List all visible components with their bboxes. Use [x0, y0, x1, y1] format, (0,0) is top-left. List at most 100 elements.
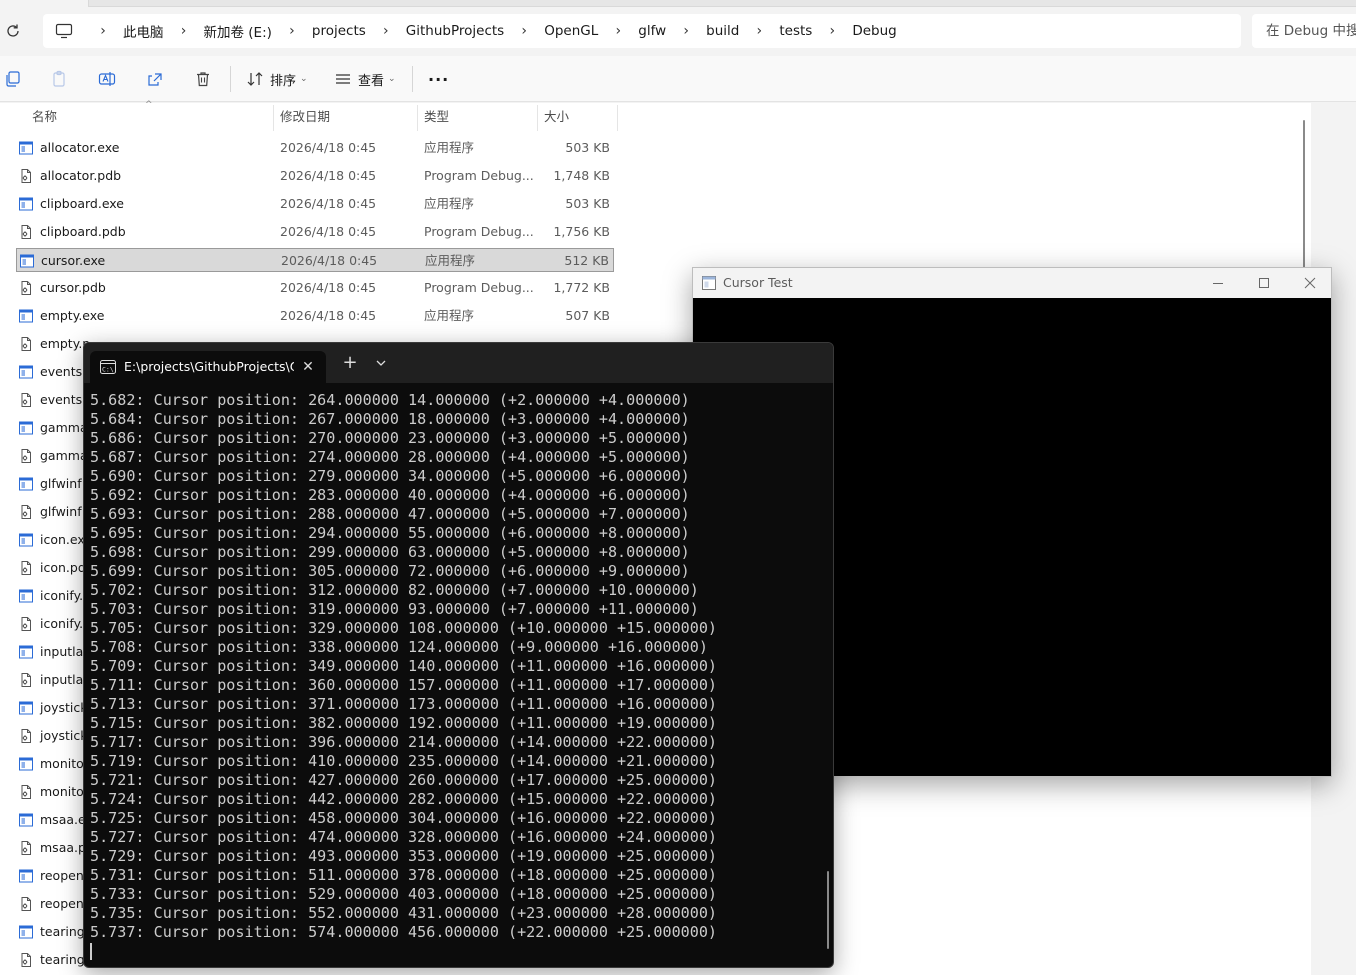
file-row[interactable]: allocator.pdb 2026/4/18 0:45 Program Debug… [16, 164, 614, 188]
column-header-type[interactable]: 类型 [418, 103, 536, 131]
file-name: joystick [40, 700, 88, 715]
address-bar[interactable]: › 此电脑 › 新加卷 (E:) › projects › GithubProjects › Op… [43, 14, 1241, 48]
more-options-button[interactable]: ··· [428, 68, 449, 90]
file-date: 2026/4/18 0:45 [280, 224, 377, 239]
terminal-line: 5.729: Cursor position: 493.000000 353.0… [90, 847, 718, 865]
terminal-line: 5.715: Cursor position: 382.000000 192.0… [90, 714, 718, 732]
file-row[interactable]: clipboard.exe 2026/4/18 0:45 应用程序 503 KB [16, 192, 614, 216]
terminal-tab-title: E:\projects\GithubProjects\Op [124, 359, 294, 374]
chevron-right-icon[interactable]: › [378, 23, 394, 39]
toolbar-divider [230, 66, 231, 92]
breadcrumb-item[interactable]: tests [779, 23, 812, 39]
file-type: Program Debug... [424, 224, 534, 239]
chevron-right-icon[interactable]: › [751, 23, 767, 39]
column-divider[interactable] [617, 105, 618, 131]
chevron-down-icon: ⌄ [300, 74, 308, 84]
maximize-button[interactable] [1241, 268, 1287, 298]
terminal-line: 5.713: Cursor position: 371.000000 173.0… [90, 695, 718, 713]
document-icon [19, 169, 33, 183]
file-name: events. [40, 364, 87, 379]
cursor-test-titlebar[interactable]: Cursor Test [693, 268, 1331, 298]
chevron-right-icon[interactable]: › [176, 23, 192, 39]
share-icon[interactable] [146, 70, 164, 88]
toolbar-divider [412, 66, 413, 92]
file-row[interactable]: clipboard.pdb 2026/4/18 0:45 Program Debug… [16, 220, 614, 244]
file-name: iconify. [40, 588, 84, 603]
terminal-line: 5.727: Cursor position: 474.000000 328.0… [90, 828, 718, 846]
chevron-right-icon[interactable]: › [824, 23, 840, 39]
column-header-date[interactable]: 修改日期 [274, 103, 416, 131]
file-row[interactable]: allocator.exe 2026/4/18 0:45 应用程序 503 KB [16, 136, 614, 160]
file-name: allocator.pdb [40, 168, 122, 183]
terminal-scrollbar[interactable] [827, 871, 829, 949]
rename-icon[interactable] [98, 70, 116, 88]
file-size: 1,772 KB [553, 280, 610, 295]
file-name: icon.ex [40, 532, 85, 547]
column-headers: 名称 ^ 修改日期 类型 大小 [0, 100, 620, 131]
sort-button[interactable]: 排序 ⌄ [246, 68, 308, 90]
document-icon [19, 281, 33, 295]
application-icon [19, 533, 33, 547]
file-name: inputla [40, 644, 84, 659]
breadcrumb-item[interactable]: projects [312, 23, 366, 39]
breadcrumb: › 此电脑 › 新加卷 (E:) › projects › GithubProjects › Op… [83, 21, 897, 41]
document-icon [19, 785, 33, 799]
breadcrumb-item[interactable]: GithubProjects [406, 23, 504, 39]
breadcrumb-item[interactable]: build [706, 23, 739, 39]
terminal-line: 5.731: Cursor position: 511.000000 378.0… [90, 866, 718, 884]
file-row[interactable]: empty.exe 2026/4/18 0:45 应用程序 507 KB [16, 304, 614, 328]
breadcrumb-item[interactable]: OpenGL [544, 23, 598, 39]
file-name: glfwinf [40, 476, 82, 491]
application-icon [19, 421, 33, 435]
terminal-output[interactable]: 5.682: Cursor position: 264.000000 14.00… [90, 391, 833, 942]
sort-icon [247, 72, 263, 86]
file-name: msaa.e [40, 812, 86, 827]
minimize-button[interactable] [1195, 268, 1241, 298]
close-tab-icon[interactable]: ✕ [300, 359, 316, 375]
scrollbar-thumb[interactable] [1303, 120, 1305, 270]
file-row[interactable]: cursor.pdb 2026/4/18 0:45 Program Debug...… [16, 276, 614, 300]
terminal-tab[interactable]: C:\ E:\projects\GithubProjects\Op ✕ [90, 351, 326, 383]
breadcrumb-item[interactable]: 新加卷 (E:) [204, 21, 272, 41]
breadcrumb-item[interactable]: Debug [852, 23, 896, 39]
view-button[interactable]: 查看 ⌄ [334, 68, 396, 90]
refresh-icon[interactable] [4, 22, 22, 40]
tab-strip [88, 0, 1356, 7]
chevron-right-icon[interactable]: › [516, 23, 532, 39]
terminal-line: 5.709: Cursor position: 349.000000 140.0… [90, 657, 718, 675]
close-button[interactable] [1287, 268, 1333, 298]
file-size: 512 KB [564, 253, 609, 268]
chevron-right-icon[interactable]: › [610, 23, 626, 39]
chevron-down-icon[interactable] [374, 355, 388, 371]
document-icon [19, 561, 33, 575]
terminal-line: 5.690: Cursor position: 279.000000 34.00… [90, 467, 690, 485]
sort-label: 排序 [270, 73, 297, 89]
paste-icon[interactable] [51, 70, 69, 88]
chevron-right-icon[interactable]: › [284, 23, 300, 39]
file-size: 503 KB [565, 196, 610, 211]
breadcrumb-item[interactable]: glfw [638, 23, 666, 39]
application-icon [19, 477, 33, 491]
terminal-titlebar[interactable]: C:\ E:\projects\GithubProjects\Op ✕ + [84, 343, 833, 383]
chevron-right-icon[interactable]: › [678, 23, 694, 39]
close-icon [1304, 277, 1316, 289]
breadcrumb-item[interactable]: 此电脑 [123, 21, 164, 41]
new-tab-icon[interactable]: + [342, 354, 358, 372]
file-date: 2026/4/18 0:45 [280, 168, 377, 183]
address-row: › 此电脑 › 新加卷 (E:) › projects › GithubProjects › Op… [0, 12, 1356, 50]
file-size: 507 KB [565, 308, 610, 323]
document-icon [19, 897, 33, 911]
document-icon [19, 505, 33, 519]
file-name: clipboard.exe [40, 196, 124, 211]
copy-icon[interactable] [4, 70, 22, 88]
chevron-right-icon[interactable]: › [95, 23, 111, 39]
search-input[interactable]: 在 Debug 中搜索 [1252, 14, 1356, 48]
file-type: 应用程序 [425, 253, 476, 268]
application-icon [19, 757, 33, 771]
file-row[interactable]: cursor.exe 2026/4/18 0:45 应用程序 512 KB [16, 248, 614, 272]
file-name: msaa.p [40, 840, 86, 855]
file-name: tearing [40, 924, 85, 939]
file-name: reopen [40, 868, 84, 883]
column-header-size[interactable]: 大小 [538, 103, 616, 131]
trash-icon[interactable] [194, 70, 212, 88]
